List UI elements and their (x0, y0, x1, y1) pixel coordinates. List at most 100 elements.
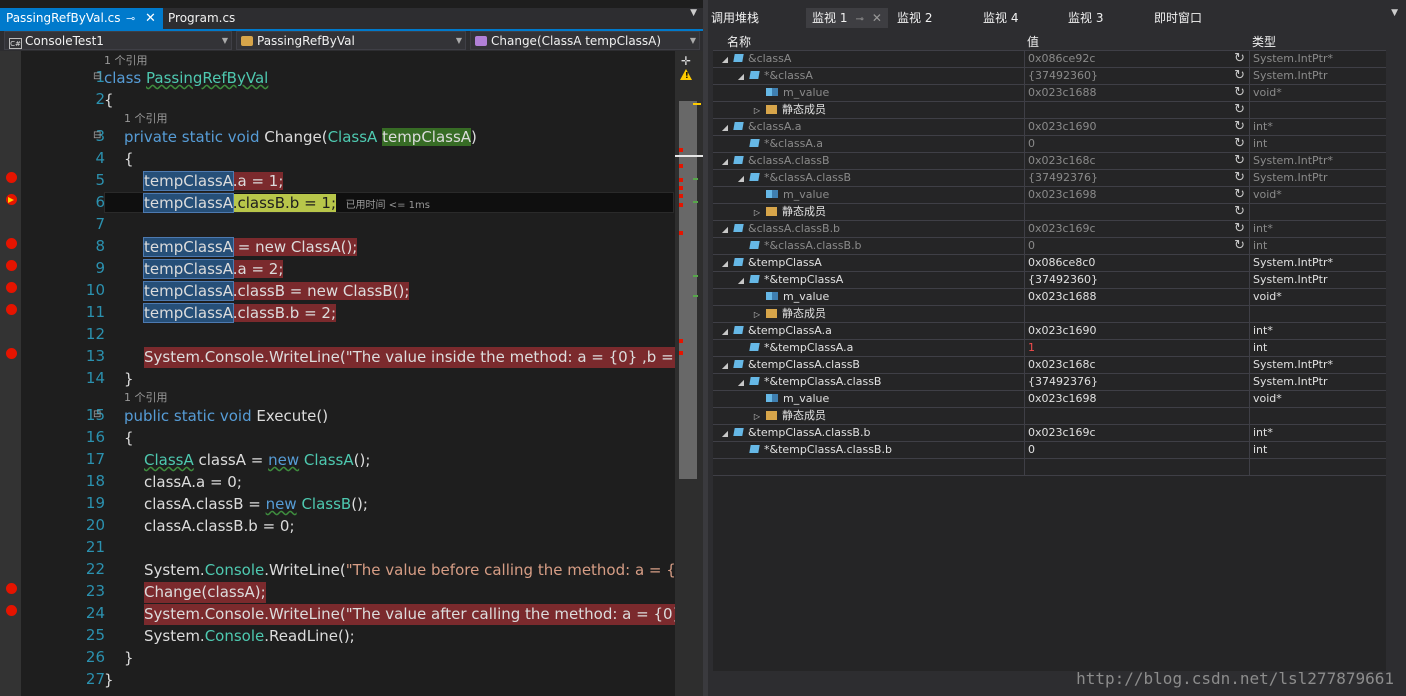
watch-value-cell[interactable]: 0x023c1688 (1024, 289, 1249, 305)
watch-value-cell[interactable]: {37492360} (1024, 272, 1249, 288)
refresh-icon[interactable]: ↻ (1234, 102, 1245, 118)
watch-value-cell[interactable] (1024, 408, 1249, 424)
watch-row[interactable]: ◢ &tempClassA.a 0x023c1690 int* (713, 323, 1386, 340)
watch-row[interactable]: ◢ &tempClassA 0x086ce8c0 System.IntPtr* (713, 255, 1386, 272)
expand-toggle-icon[interactable]: ▷ (751, 307, 763, 322)
watch-row[interactable]: *&classA.a 0 ↻ int (713, 136, 1386, 153)
watch-name-cell[interactable]: ▷ 静态成员 (713, 204, 1023, 220)
watch-name-cell[interactable]: ▷ 静态成员 (713, 408, 1023, 424)
project-dropdown[interactable]: C# ConsoleTest1 ▼ (4, 31, 232, 50)
expand-toggle-icon[interactable]: ▷ (751, 103, 763, 118)
breakpoint-icon[interactable] (6, 238, 17, 249)
refresh-icon[interactable]: ↻ (1234, 170, 1245, 186)
watch-name-cell[interactable]: ◢ &classA (713, 51, 1023, 67)
column-type-header[interactable]: 类型 (1252, 33, 1276, 50)
watch-name-cell[interactable]: ◢ *&classA (713, 68, 1023, 84)
watch-row[interactable]: m_value 0x023c1688 ↻ void* (713, 85, 1386, 102)
tab-watch-4[interactable]: 监视 4 (983, 8, 1018, 28)
watch-empty-row[interactable] (713, 459, 1386, 476)
watch-row[interactable]: ◢ &tempClassA.classB.b 0x023c169c int* (713, 425, 1386, 442)
refresh-icon[interactable]: ↻ (1234, 68, 1245, 84)
watch-value-cell[interactable]: {37492360} ↻ (1024, 68, 1249, 84)
watch-name-cell[interactable]: ◢ *&tempClassA.classB (713, 374, 1023, 390)
expand-toggle-icon[interactable]: ◢ (735, 69, 747, 84)
close-icon[interactable]: ✕ (145, 8, 156, 29)
expand-toggle-icon[interactable]: ◢ (719, 256, 731, 271)
watch-name-cell[interactable]: m_value (713, 85, 1023, 101)
watch-value-cell[interactable]: 0x023c1690 ↻ (1024, 119, 1249, 135)
refresh-icon[interactable]: ↻ (1234, 51, 1245, 67)
breakpoint-icon[interactable] (6, 348, 17, 359)
watch-value-cell[interactable]: 0x023c1698 ↻ (1024, 187, 1249, 203)
watch-name-cell[interactable]: ◢ *&tempClassA (713, 272, 1023, 288)
watch-value-cell[interactable]: ↻ (1024, 102, 1249, 118)
close-icon[interactable]: ✕ (872, 11, 882, 25)
pin-icon[interactable]: ⊸ (855, 14, 863, 25)
watch-name-cell[interactable]: ◢ &tempClassA.classB.b (713, 425, 1023, 441)
watch-name-cell[interactable]: ▷ 静态成员 (713, 102, 1023, 118)
watch-name-cell[interactable]: ◢ *&classA.classB (713, 170, 1023, 186)
watch-value-cell[interactable]: 0x023c1688 ↻ (1024, 85, 1249, 101)
refresh-icon[interactable]: ↻ (1234, 85, 1245, 101)
refresh-icon[interactable]: ↻ (1234, 136, 1245, 152)
watch-row[interactable]: *&tempClassA.a 1 int (713, 340, 1386, 357)
breakpoint-icon[interactable] (6, 605, 17, 616)
watch-row[interactable]: ◢ &tempClassA.classB 0x023c168c System.IntP… (713, 357, 1386, 374)
refresh-icon[interactable]: ↻ (1234, 238, 1245, 254)
column-value-header[interactable]: 值 (1027, 33, 1039, 50)
collapse-icon[interactable]: ⊟ (93, 409, 101, 420)
expand-toggle-icon[interactable]: ▷ (751, 409, 763, 424)
watch-row[interactable]: ▷ 静态成员 (713, 408, 1386, 425)
watch-name-cell[interactable]: m_value (713, 391, 1023, 407)
watch-row[interactable]: ◢ &classA.classB 0x023c168c ↻ System.IntPtr* (713, 153, 1386, 170)
expand-toggle-icon[interactable]: ◢ (719, 358, 731, 373)
watch-name-cell[interactable]: m_value (713, 289, 1023, 305)
watch-value-cell[interactable]: 0x023c1698 (1024, 391, 1249, 407)
collapse-icon[interactable]: ⊟ (93, 130, 101, 141)
watch-row[interactable]: ◢ *&tempClassA.classB {37492376} System.Int… (713, 374, 1386, 391)
column-name-header[interactable]: 名称 (727, 33, 751, 50)
member-dropdown[interactable]: Change(ClassA tempClassA) ▼ (470, 31, 700, 50)
tab-list-dropdown-icon[interactable]: ▼ (1391, 8, 1398, 18)
watch-value-cell[interactable]: 0x023c169c (1024, 425, 1249, 441)
breakpoint-margin[interactable] (0, 51, 21, 696)
watch-row[interactable]: *&classA.classB.b 0 ↻ int (713, 238, 1386, 255)
reference-hint[interactable]: 1 个引用 (124, 389, 168, 405)
expand-toggle-icon[interactable]: ◢ (719, 222, 731, 237)
watch-name-cell[interactable] (713, 459, 1023, 475)
watch-value-cell[interactable]: ↻ (1024, 204, 1249, 220)
refresh-icon[interactable]: ↻ (1234, 119, 1245, 135)
expand-toggle-icon[interactable]: ◢ (735, 375, 747, 390)
expand-toggle-icon[interactable]: ◢ (735, 273, 747, 288)
watch-name-cell[interactable]: *&tempClassA.a (713, 340, 1023, 356)
watch-value-cell[interactable] (1024, 306, 1249, 322)
watch-value-cell[interactable]: 1 (1024, 340, 1249, 356)
breakpoint-icon[interactable] (6, 172, 17, 183)
code-area[interactable]: 1 个引用 1 ⊟ class PassingRefByVal 2 { 1 个引… (21, 51, 675, 696)
expand-toggle-icon[interactable]: ◢ (719, 120, 731, 135)
watch-name-cell[interactable]: ◢ &tempClassA.a (713, 323, 1023, 339)
watch-value-cell[interactable]: {37492376} ↻ (1024, 170, 1249, 186)
watch-grid[interactable]: 名称 值 类型 ◢ &classA 0x086ce92c ↻ System.IntPtr… (713, 31, 1386, 671)
watch-row[interactable]: ▷ 静态成员 ↻ (713, 102, 1386, 119)
breakpoint-icon[interactable] (6, 282, 17, 293)
expand-toggle-icon[interactable]: ◢ (735, 171, 747, 186)
watch-name-cell[interactable]: ◢ &classA.classB (713, 153, 1023, 169)
tab-watch-3[interactable]: 监视 3 (1068, 8, 1103, 28)
watch-value-cell[interactable]: 0x023c168c (1024, 357, 1249, 373)
expand-toggle-icon[interactable]: ◢ (719, 324, 731, 339)
current-breakpoint-icon[interactable] (6, 194, 17, 205)
watch-value-cell[interactable]: 0x023c1690 (1024, 323, 1249, 339)
tab-program[interactable]: Program.cs (168, 8, 235, 29)
class-dropdown[interactable]: PassingRefByVal ▼ (236, 31, 466, 50)
scrollbar-thumb[interactable] (679, 101, 697, 479)
expand-toggle-icon[interactable]: ◢ (719, 426, 731, 441)
watch-value-cell[interactable]: 0x086ce92c ↻ (1024, 51, 1249, 67)
watch-row[interactable]: ◢ *&tempClassA {37492360} System.IntPtr (713, 272, 1386, 289)
tab-watch-2[interactable]: 监视 2 (897, 8, 932, 28)
watch-value-cell[interactable]: 0x086ce8c0 (1024, 255, 1249, 271)
watch-row[interactable]: *&tempClassA.classB.b 0 int (713, 442, 1386, 459)
tab-immediate-window[interactable]: 即时窗口 (1154, 8, 1202, 28)
expand-toggle-icon[interactable]: ◢ (719, 52, 731, 67)
watch-name-cell[interactable]: ▷ 静态成员 (713, 306, 1023, 322)
